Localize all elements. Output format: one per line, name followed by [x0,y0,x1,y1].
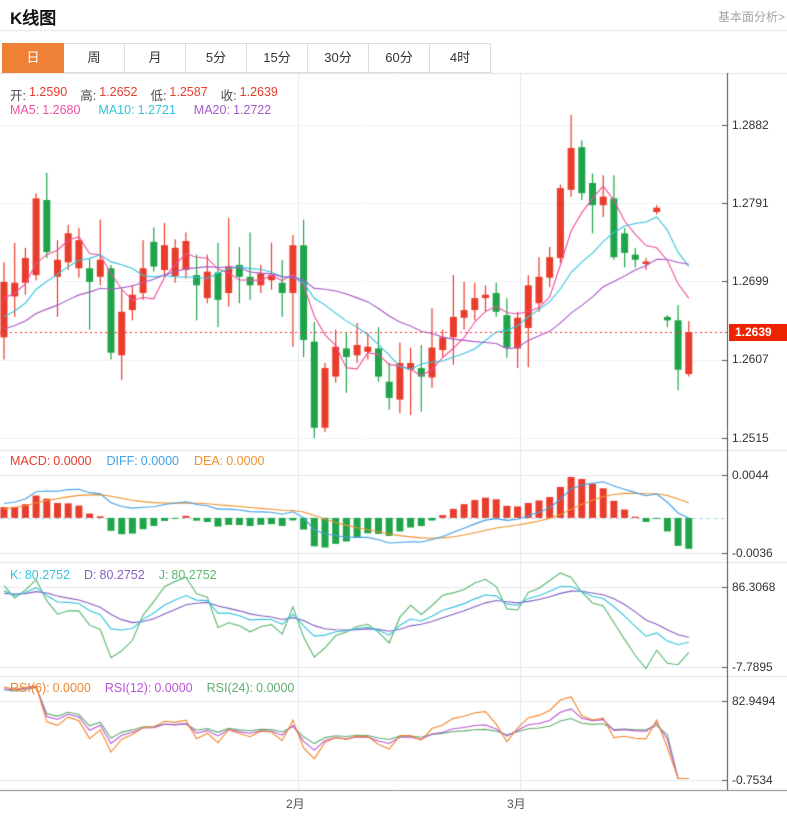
y-tick-main-1: 1.2882 [732,118,769,132]
fundamental-analysis-link[interactable]: 基本面分析> [718,8,785,25]
macd-info-row: MACD:0.0000 DIFF:0.0000 DEA:0.0000 [10,454,264,468]
rsi6-value: RSI(6):0.0000 [10,681,91,695]
y-tick-main-2: 1.2791 [732,196,769,210]
y-tick-kdj-bottom: -7.7895 [732,660,773,674]
close-value: 收:1.2639 [221,85,278,104]
k-value: K:80.2752 [10,568,70,582]
macd-value: MACD:0.0000 [10,454,92,468]
tab-4hour[interactable]: 4时 [429,43,491,73]
y-tick-rsi-top: 82.9494 [732,694,775,708]
tab-15min[interactable]: 15分 [246,43,308,73]
page-title: K线图 [10,4,56,29]
y-tick-rsi-bottom: -0.7534 [732,773,773,787]
period-tabbar: 日 周 月 5分 15分 30分 60分 4时 [2,43,491,73]
kline-page: K线图 基本面分析> 日 周 月 5分 15分 30分 60分 4时 开:1.2… [0,0,787,816]
y-tick-main-3: 1.2699 [732,274,769,288]
open-value: 开:1.2590 [10,85,67,104]
high-value: 高:1.2652 [80,85,137,104]
tab-30min[interactable]: 30分 [307,43,369,73]
tab-month[interactable]: 月 [124,43,186,73]
low-value: 低:1.2587 [150,85,207,104]
y-tick-macd-top: 0.0044 [732,468,769,482]
diff-value: DIFF:0.0000 [107,454,179,468]
rsi24-value: RSI(24):0.0000 [207,681,295,695]
tab-day[interactable]: 日 [2,43,64,73]
rsi12-value: RSI(12):0.0000 [105,681,193,695]
d-value: D:80.2752 [84,568,145,582]
y-tick-macd-bottom: -0.0036 [732,546,773,560]
tab-60min[interactable]: 60分 [368,43,430,73]
x-tick-march: 3月 [507,795,526,812]
ma5-value: MA5:1.2680 [10,103,80,117]
kdj-info-row: K:80.2752 D:80.2752 J:80.2752 [10,568,217,582]
tab-5min[interactable]: 5分 [185,43,247,73]
ma-info-row: MA5:1.2680 MA10:1.2721 MA20:1.2722 [10,103,271,117]
ma10-value: MA10:1.2721 [98,103,175,117]
j-value: J:80.2752 [159,568,217,582]
tab-week[interactable]: 周 [63,43,125,73]
dea-value: DEA:0.0000 [194,454,264,468]
ma20-value: MA20:1.2722 [194,103,271,117]
x-tick-february: 2月 [286,795,305,812]
y-tick-kdj-top: 86.3068 [732,580,775,594]
rsi-info-row: RSI(6):0.0000 RSI(12):0.0000 RSI(24):0.0… [10,681,294,695]
ohlc-info-row: 开:1.2590 高:1.2652 低:1.2587 收:1.2639 [10,85,278,104]
current-price-tag: 1.2639 [729,324,787,341]
y-tick-main-5: 1.2515 [732,431,769,445]
y-tick-main-4: 1.2607 [732,352,769,366]
